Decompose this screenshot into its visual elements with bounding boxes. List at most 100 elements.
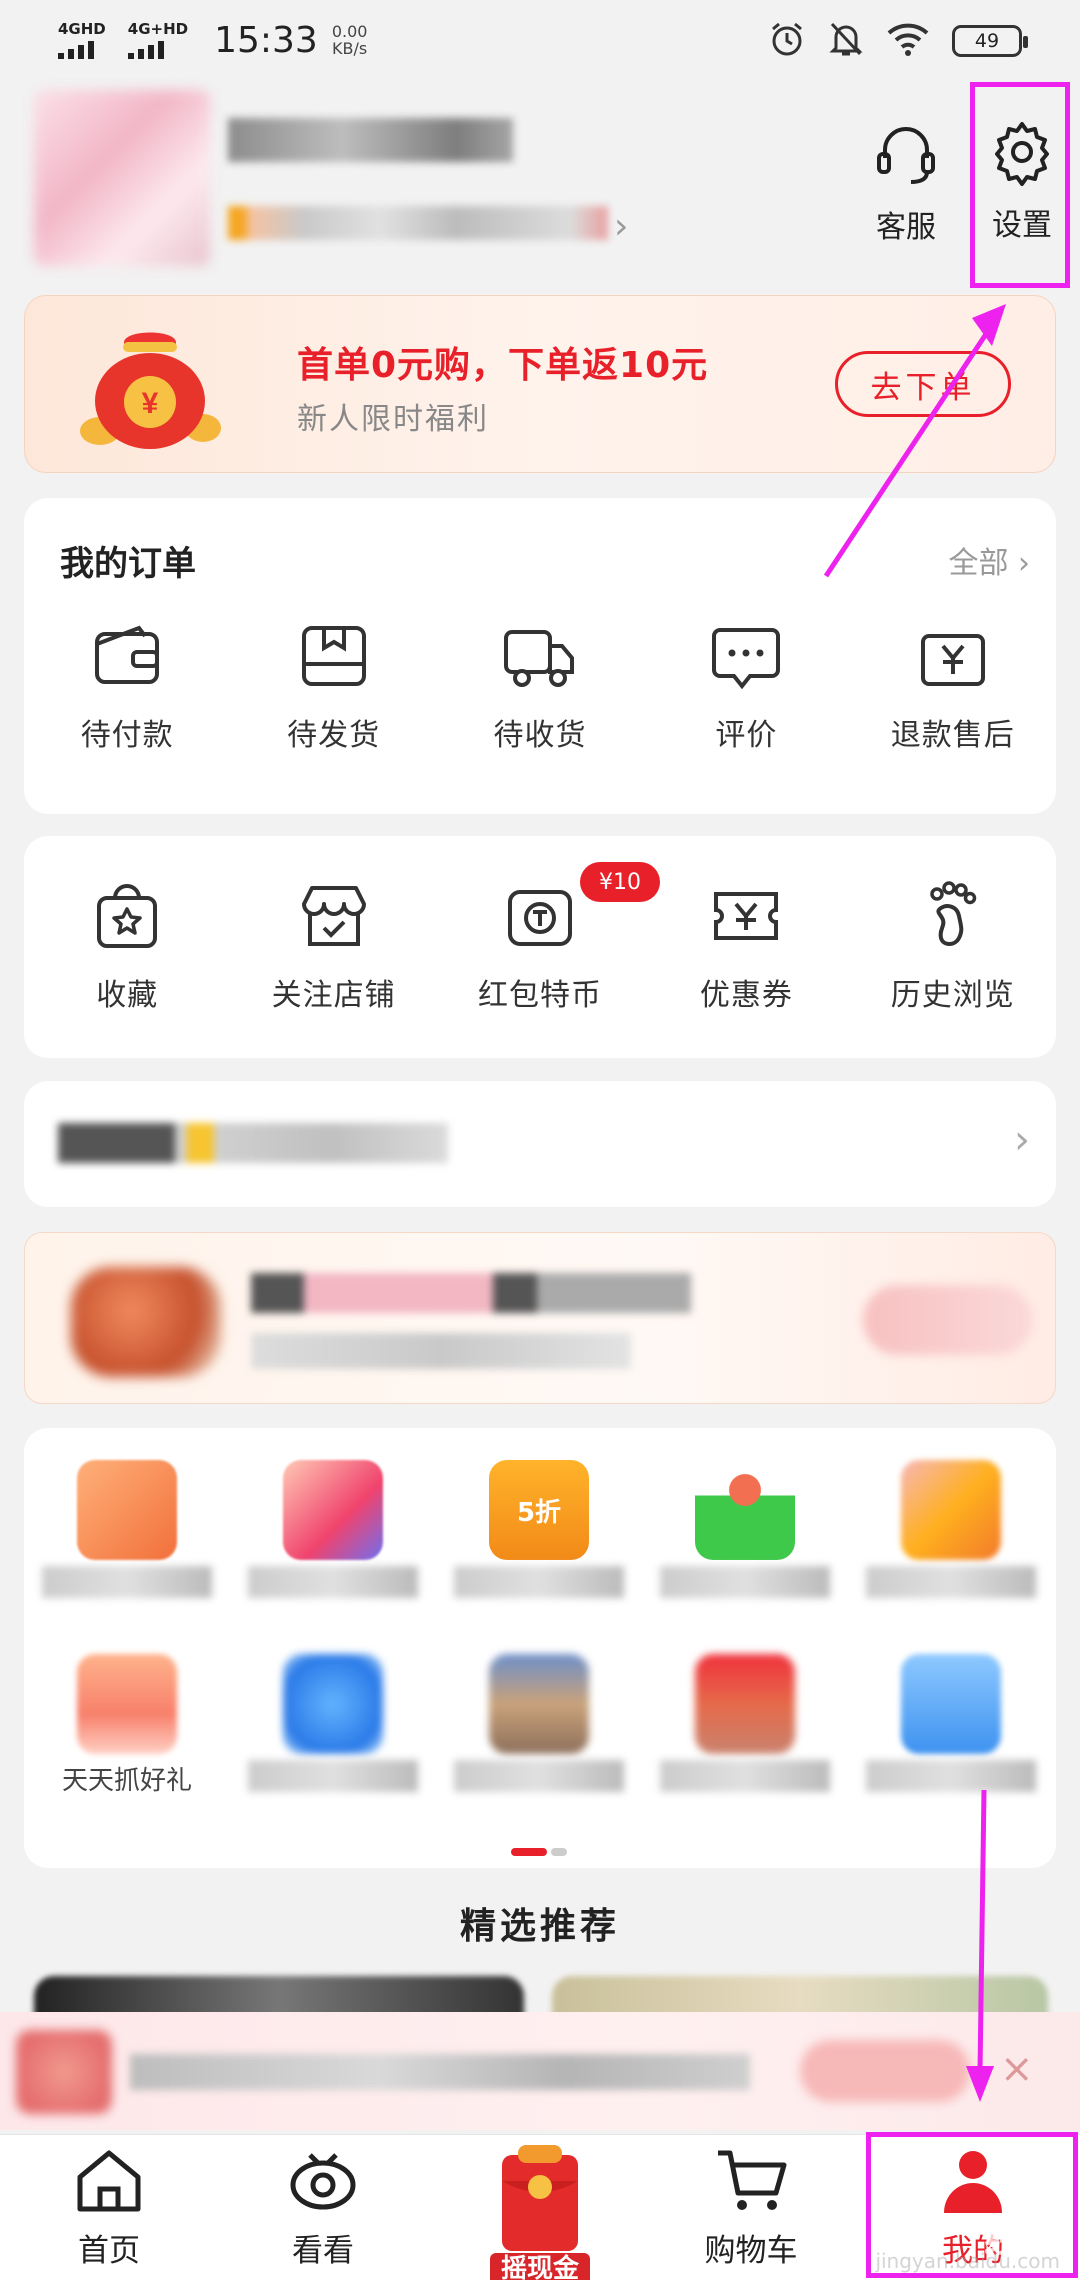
coupon-icon — [708, 878, 784, 958]
tool-item[interactable] — [848, 1654, 1054, 1792]
tool-item[interactable] — [848, 1460, 1054, 1598]
tool-label-blurred — [660, 1760, 830, 1792]
me-tab-highlight-box — [866, 2132, 1078, 2278]
all-orders-label: 全部 — [948, 546, 1009, 581]
tool-label-blurred — [454, 1566, 624, 1598]
footprint-icon — [915, 878, 991, 958]
network-speed-unit: KB/s — [332, 39, 368, 58]
assets-blurred-text — [58, 1123, 448, 1163]
browse-history-item[interactable]: 历史浏览 — [850, 878, 1056, 1014]
tool-item[interactable] — [24, 1460, 230, 1598]
red-packet-coins-label: 红包特币 — [477, 978, 602, 1013]
package-icon — [296, 618, 372, 698]
tab-shake-cash[interactable]: 摇现金 — [488, 2141, 592, 2280]
ad-product-image — [71, 1267, 221, 1377]
tool-item[interactable] — [642, 1460, 848, 1598]
tab-watch-label: 看看 — [292, 2233, 354, 2269]
svg-text:¥: ¥ — [142, 387, 159, 420]
toast-button-blurred[interactable] — [800, 2040, 970, 2102]
coupons-item[interactable]: 优惠券 — [643, 878, 849, 1014]
page-indicator — [511, 1848, 567, 1856]
headset-icon — [871, 118, 941, 192]
promo-subtitle: 新人限时福利 — [297, 402, 489, 437]
signal-1: 4GHD — [58, 21, 106, 59]
order-pending-payment[interactable]: 待付款 — [24, 618, 230, 754]
tool-label-blurred — [866, 1760, 1036, 1792]
tool-item[interactable] — [230, 1460, 436, 1598]
network-speed-value: 0.00 — [331, 22, 368, 41]
order-review[interactable]: 评价 — [643, 618, 849, 754]
tools-grid-card: 5折 天天抓好礼 — [24, 1428, 1056, 1868]
new-user-promo-banner[interactable]: ¥ 首单0元购，下单返10元 新人限时福利 去下单 — [24, 295, 1056, 473]
gift-box-icon — [77, 1654, 177, 1754]
settings-highlight-box — [970, 82, 1070, 288]
tool-label-blurred — [454, 1760, 624, 1792]
signal-bars-icon — [58, 39, 94, 59]
promo-title: 首单0元购，下单返10元 — [297, 345, 709, 386]
comment-icon — [708, 618, 784, 698]
close-icon[interactable]: × — [1000, 2046, 1034, 2092]
tool-item[interactable] — [230, 1654, 436, 1792]
truck-icon — [502, 618, 578, 698]
tool-label-blurred — [866, 1566, 1036, 1598]
blue-globe-icon — [283, 1654, 383, 1754]
order-item-label: 评价 — [715, 718, 778, 753]
recommend-title: 精选推荐 — [459, 1906, 620, 1947]
duck-icon — [901, 1460, 1001, 1560]
order-pending-shipment[interactable]: 待发货 — [230, 618, 436, 754]
tab-watch[interactable]: 看看 — [248, 2147, 398, 2270]
signal-2: 4G+HD — [127, 20, 189, 59]
chevron-right-icon: › — [1018, 546, 1030, 581]
store-icon — [296, 878, 372, 958]
chevron-right-icon[interactable]: › — [614, 206, 628, 247]
network-type-2: 4G+HD — [127, 20, 189, 38]
mute-bell-icon — [828, 20, 864, 62]
clock: 15:33 — [214, 19, 318, 61]
favorites-card: 收藏 关注店铺 红包特币 优惠券 历史浏览 ¥10 — [24, 836, 1056, 1058]
tool-item[interactable]: 5折 — [436, 1460, 642, 1598]
status-bar: 4GHD 4G+HD 15:33 0.00 KB/s 49 — [0, 0, 1080, 80]
user-info-blurred[interactable] — [228, 206, 608, 240]
daily-gift-label: 天天抓好礼 — [61, 1766, 192, 1796]
toast-image — [16, 2030, 112, 2114]
discount-shirt-icon: 5折 — [489, 1460, 589, 1560]
assets-row[interactable]: › — [24, 1081, 1056, 1207]
alarm-icon — [768, 20, 806, 62]
coupons-label: 优惠券 — [699, 978, 793, 1013]
ad-button-blurred[interactable] — [863, 1285, 1033, 1355]
floating-promo-bar[interactable]: × — [0, 2012, 1080, 2130]
box-icon — [489, 1654, 589, 1754]
ad-subtitle-blurred — [251, 1333, 631, 1369]
coin-badge: ¥10 — [580, 862, 660, 902]
daily-gift-item[interactable]: 天天抓好礼 — [24, 1654, 230, 1797]
ad-title-blurred — [251, 1273, 691, 1313]
username-blurred[interactable] — [228, 118, 513, 162]
tab-cart-label: 购物车 — [704, 2233, 798, 2269]
avatar[interactable] — [34, 90, 210, 266]
wallet-icon — [89, 618, 165, 698]
god-of-wealth-icon — [695, 1654, 795, 1754]
followed-stores-item[interactable]: 关注店铺 — [230, 878, 436, 1014]
coin-icon — [502, 878, 578, 958]
tab-home[interactable]: 首页 — [34, 2147, 184, 2270]
followed-stores-label: 关注店铺 — [271, 978, 396, 1013]
favorites-item[interactable]: 收藏 — [24, 878, 230, 1014]
order-item-label: 待付款 — [80, 718, 174, 753]
money-bag-icon: ¥ — [75, 316, 225, 456]
tab-shake-cash-label: 摇现金 — [490, 2253, 590, 2280]
toast-text-blurred — [130, 2054, 750, 2090]
tool-item[interactable] — [642, 1654, 848, 1792]
customer-service-button[interactable]: 客服 — [856, 118, 956, 246]
order-now-button[interactable]: 去下单 — [835, 351, 1011, 417]
blue-card-icon — [901, 1654, 1001, 1754]
all-orders-link[interactable]: 全部 › — [948, 538, 1030, 582]
order-refund[interactable]: 退款售后 — [850, 618, 1056, 754]
tool-item[interactable] — [436, 1654, 642, 1792]
order-pending-receipt[interactable]: 待收货 — [437, 618, 643, 754]
tool-label-blurred — [248, 1566, 418, 1598]
tool-label-blurred — [248, 1760, 418, 1792]
home-icon — [74, 2147, 144, 2219]
order-item-label: 待收货 — [493, 718, 587, 753]
tab-cart[interactable]: 购物车 — [676, 2147, 826, 2270]
product-ad-banner[interactable] — [24, 1232, 1056, 1404]
